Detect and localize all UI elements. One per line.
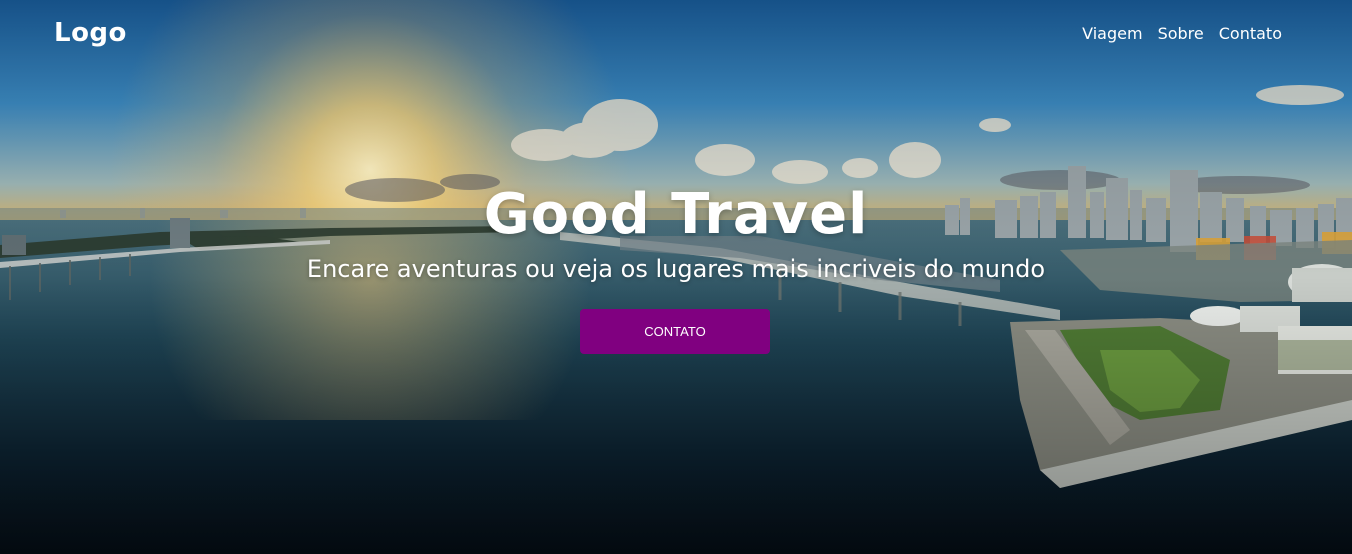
logo[interactable]: Logo — [54, 18, 127, 48]
main-nav: Viagem Sobre Contato — [1082, 24, 1282, 43]
hero-section: Logo Viagem Sobre Contato Good Travel En… — [0, 0, 1352, 554]
hero-subtitle: Encare aventuras ou veja os lugares mais… — [306, 255, 1046, 283]
top-navbar: Logo Viagem Sobre Contato — [0, 0, 1352, 70]
contact-button[interactable]: CONTATO — [580, 309, 770, 354]
hero-title: Good Travel — [483, 182, 869, 247]
nav-link-sobre[interactable]: Sobre — [1158, 24, 1204, 43]
nav-link-contato[interactable]: Contato — [1219, 24, 1282, 43]
nav-link-viagem[interactable]: Viagem — [1082, 24, 1142, 43]
